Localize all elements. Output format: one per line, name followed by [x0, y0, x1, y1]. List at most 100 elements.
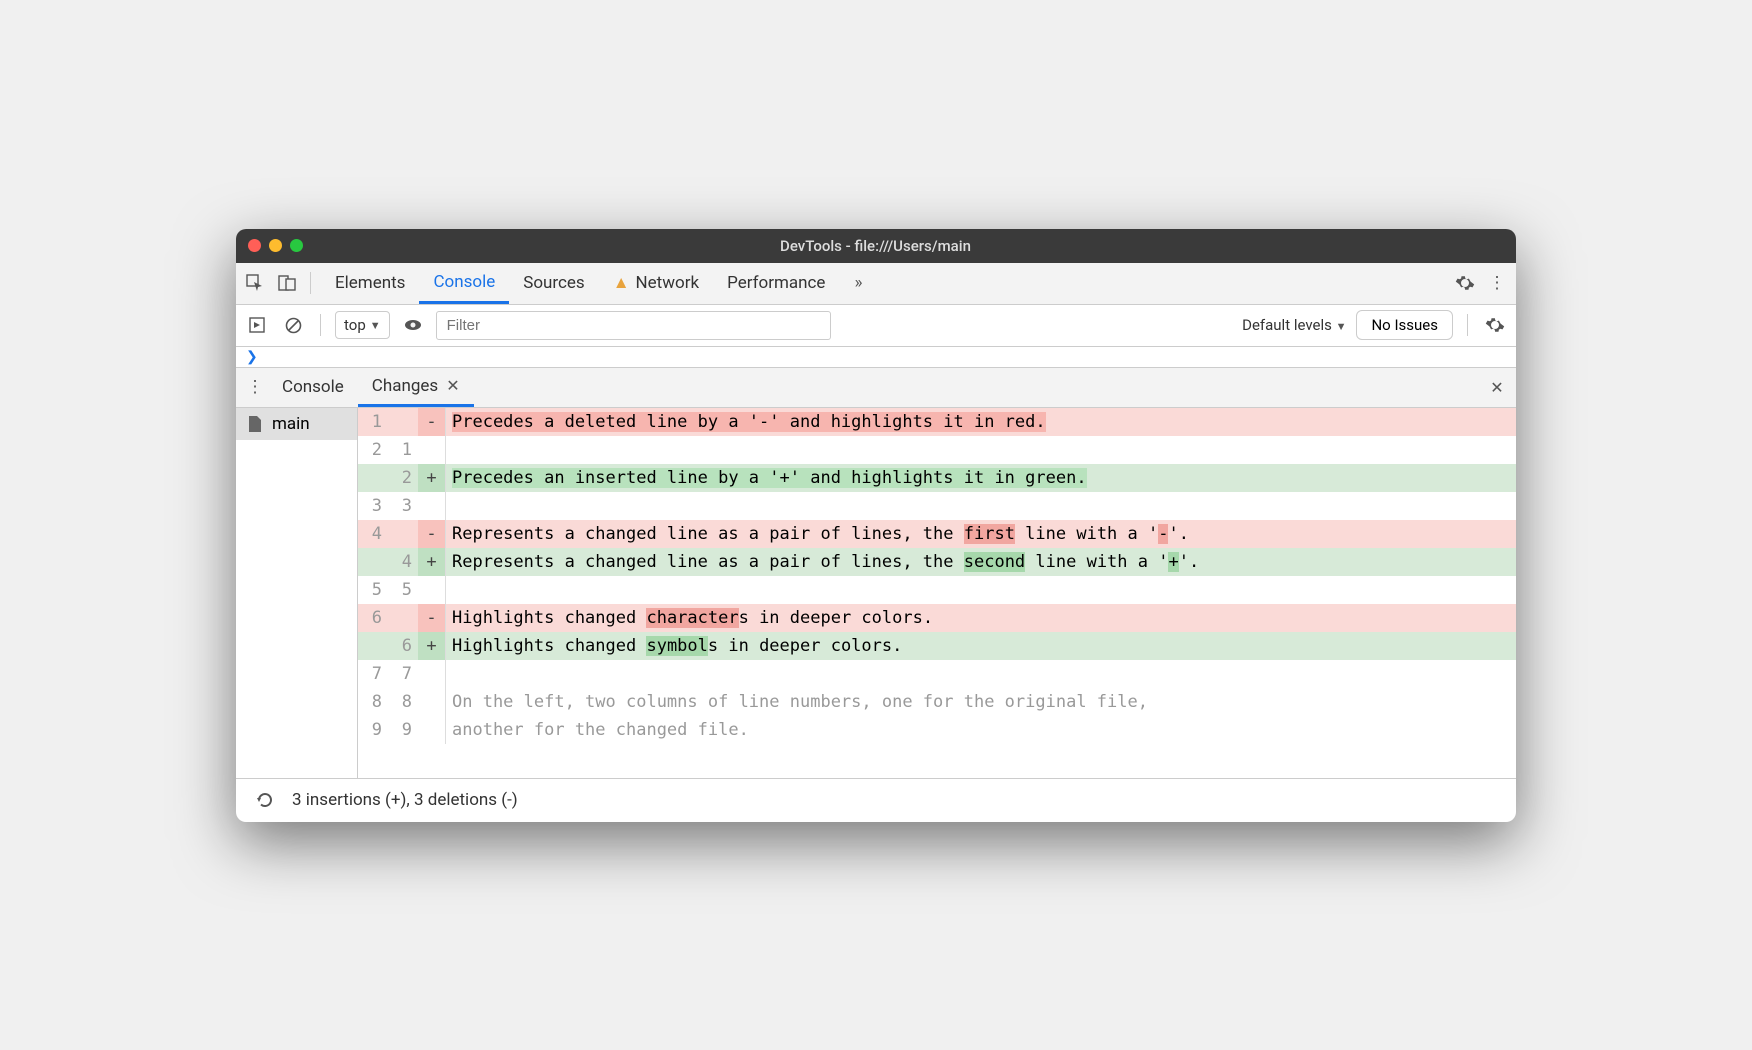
diff-text: Precedes a deleted line by a '-' and hig… — [446, 408, 1516, 436]
diff-gutter: + — [418, 464, 446, 492]
line-number-new — [388, 520, 418, 548]
kebab-menu-icon[interactable]: ⋮ — [242, 366, 268, 408]
log-levels-selector[interactable]: Default levels ▼ — [1242, 316, 1346, 334]
tab-label: Console — [433, 272, 495, 292]
diff-row: 6+Highlights changed symbols in deeper c… — [358, 632, 1516, 660]
diff-text: Precedes an inserted line by a '+' and h… — [446, 464, 1516, 492]
line-number-old — [358, 632, 388, 660]
tab-elements[interactable]: Elements — [321, 262, 419, 304]
line-number-new: 4 — [388, 548, 418, 576]
diff-segment: '. — [1168, 524, 1188, 544]
diff-segment: another for the changed file. — [452, 720, 749, 740]
device-toolbar-icon[interactable] — [274, 262, 300, 304]
diff-text: Highlights changed symbols in deeper col… — [446, 632, 1516, 660]
diff-segment: On the left, two columns of line numbers… — [452, 692, 1148, 712]
tab-label: Changes — [372, 376, 438, 396]
minimize-window-button[interactable] — [269, 239, 282, 252]
diff-text — [446, 492, 1516, 520]
filter-input[interactable] — [436, 311, 831, 340]
diff-gutter: + — [418, 632, 446, 660]
diff-gutter: + — [418, 548, 446, 576]
line-number-new: 2 — [388, 464, 418, 492]
diff-row: 21 — [358, 436, 1516, 464]
context-label: top — [344, 316, 366, 334]
line-number-new: 6 — [388, 632, 418, 660]
context-selector[interactable]: top ▼ — [335, 311, 390, 339]
settings-gear-icon[interactable] — [1452, 262, 1478, 304]
titlebar: DevTools - file:///Users/main — [236, 229, 1516, 263]
tab-console[interactable]: Console — [419, 262, 509, 304]
revert-icon[interactable] — [252, 779, 278, 821]
close-drawer-icon[interactable]: ✕ — [1484, 366, 1510, 408]
diff-segment: + — [1168, 552, 1178, 572]
diff-gutter: - — [418, 604, 446, 632]
line-number-new: 3 — [388, 492, 418, 520]
kebab-menu-icon[interactable]: ⋮ — [1484, 262, 1510, 304]
diff-segment: '. — [1179, 552, 1199, 572]
diff-segment: - — [1158, 524, 1168, 544]
changes-summary: 3 insertions (+), 3 deletions (-) — [292, 790, 518, 810]
separator — [1467, 314, 1468, 336]
tab-label: Network — [636, 273, 700, 293]
live-expression-icon[interactable] — [400, 304, 426, 346]
changes-sidebar: main — [236, 408, 358, 778]
diff-view[interactable]: 1-Precedes a deleted line by a '-' and h… — [358, 408, 1516, 778]
diff-segment: Precedes a deleted line by a '-' and hig… — [452, 412, 1046, 432]
diff-segment: second — [964, 552, 1025, 572]
line-number-old: 7 — [358, 660, 388, 688]
diff-segment: character — [646, 608, 738, 628]
diff-gutter — [418, 716, 446, 744]
separator — [320, 314, 321, 336]
diff-gutter — [418, 436, 446, 464]
diff-text: Represents a changed line as a pair of l… — [446, 548, 1516, 576]
inspect-element-icon[interactable] — [242, 262, 268, 304]
diff-segment: s in deeper colors. — [739, 608, 933, 628]
close-window-button[interactable] — [248, 239, 261, 252]
drawer-tabstrip: ⋮ Console Changes ✕ ✕ — [236, 368, 1516, 408]
tab-network[interactable]: ▲ Network — [599, 262, 713, 304]
diff-gutter — [418, 576, 446, 604]
diff-gutter: - — [418, 520, 446, 548]
console-toolbar: top ▼ Default levels ▼ No Issues — [236, 305, 1516, 347]
close-tab-icon[interactable]: ✕ — [446, 376, 459, 395]
line-number-old: 3 — [358, 492, 388, 520]
warning-icon: ▲ — [613, 273, 630, 293]
tab-performance[interactable]: Performance — [713, 262, 839, 304]
settings-gear-icon[interactable] — [1482, 304, 1508, 346]
devtools-window: DevTools - file:///Users/main Elements Co… — [236, 229, 1516, 822]
diff-row: 88On the left, two columns of line numbe… — [358, 688, 1516, 716]
issues-button[interactable]: No Issues — [1356, 310, 1453, 340]
diff-text: On the left, two columns of line numbers… — [446, 688, 1516, 716]
tab-label: Console — [282, 377, 344, 397]
main-tabstrip: Elements Console Sources ▲ Network Performanc… — [236, 263, 1516, 305]
maximize-window-button[interactable] — [290, 239, 303, 252]
diff-segment: Represents a changed line as a pair of l… — [452, 552, 964, 572]
drawer-tab-console[interactable]: Console — [268, 367, 358, 407]
diff-row: 77 — [358, 660, 1516, 688]
drawer-tab-changes[interactable]: Changes ✕ — [358, 367, 474, 407]
clear-console-icon[interactable] — [280, 304, 306, 346]
diff-gutter: - — [418, 408, 446, 436]
diff-text — [446, 576, 1516, 604]
diff-row: 2+Precedes an inserted line by a '+' and… — [358, 464, 1516, 492]
file-item[interactable]: main — [236, 408, 357, 440]
diff-row: 33 — [358, 492, 1516, 520]
line-number-new: 9 — [388, 716, 418, 744]
toggle-drawer-icon[interactable] — [244, 304, 270, 346]
levels-label: Default levels — [1242, 316, 1332, 334]
tab-label: Sources — [523, 273, 584, 293]
tab-sources[interactable]: Sources — [509, 262, 598, 304]
line-number-new — [388, 604, 418, 632]
diff-row: 99another for the changed file. — [358, 716, 1516, 744]
line-number-new: 1 — [388, 436, 418, 464]
diff-text: Represents a changed line as a pair of l… — [446, 520, 1516, 548]
diff-segment: first — [964, 524, 1015, 544]
separator — [310, 272, 311, 294]
console-prompt[interactable]: ❯ — [236, 347, 1516, 368]
line-number-new: 7 — [388, 660, 418, 688]
more-tabs-icon[interactable]: » — [845, 262, 871, 304]
diff-row: 6-Highlights changed characters in deepe… — [358, 604, 1516, 632]
line-number-new — [388, 408, 418, 436]
dropdown-icon: ▼ — [1336, 320, 1347, 333]
diff-text: Highlights changed characters in deeper … — [446, 604, 1516, 632]
